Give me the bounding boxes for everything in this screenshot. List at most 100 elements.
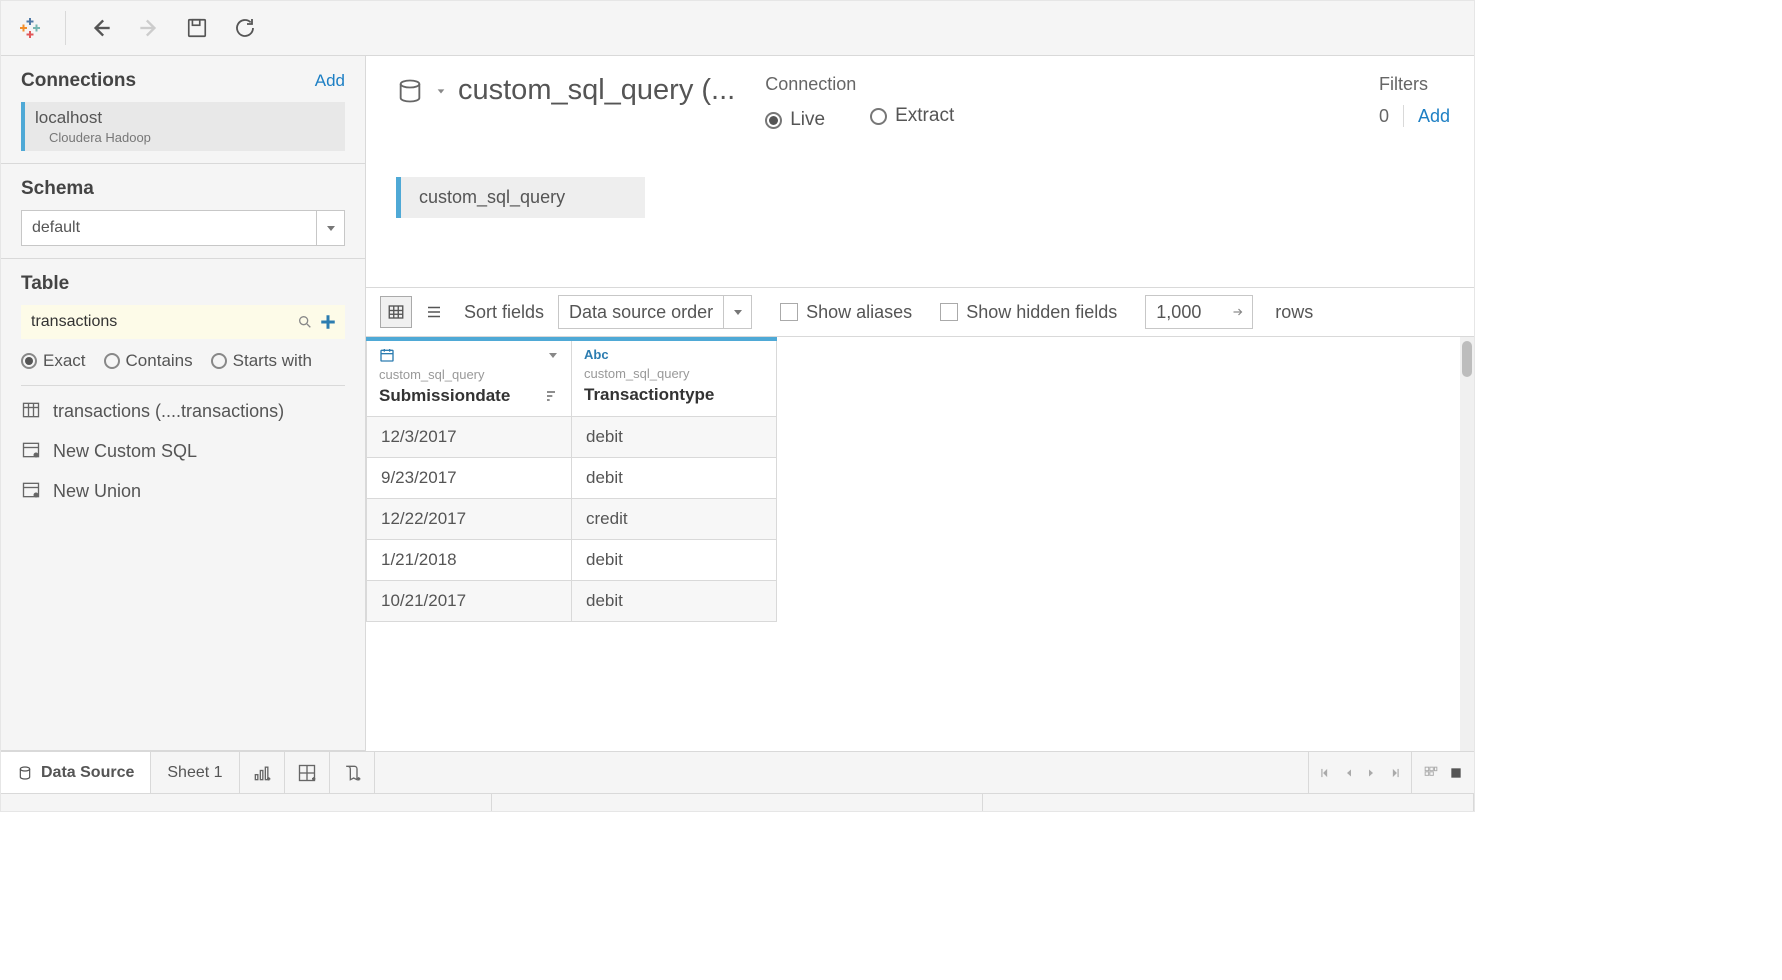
filters-block: Filters 0 Add <box>1379 74 1450 127</box>
custom-sql-icon <box>21 440 43 462</box>
datasource-title[interactable]: custom_sql_query (... <box>396 74 735 107</box>
data-grid-area: custom_sql_query Submissiondate <box>366 337 1474 751</box>
save-button[interactable] <box>182 13 212 43</box>
scrollbar-thumb[interactable] <box>1462 341 1472 377</box>
view-buttons <box>1411 752 1474 793</box>
column-source: custom_sql_query <box>584 366 764 381</box>
table-search[interactable] <box>21 305 345 339</box>
last-sheet-icon[interactable] <box>1387 766 1401 780</box>
table-row[interactable]: 12/3/2017debit <box>367 417 777 458</box>
rows-value: 1,000 <box>1156 302 1201 323</box>
datasource-name: custom_sql_query (... <box>458 74 735 107</box>
connection-mode-block: Connection Live Extract <box>765 74 994 131</box>
schema-label: Schema <box>21 178 94 200</box>
next-sheet-icon[interactable] <box>1365 767 1377 779</box>
table-list: transactions (....transactions) New Cust… <box>21 386 345 502</box>
view-mode-toggle <box>380 296 450 328</box>
cell: 10/21/2017 <box>367 581 572 622</box>
match-contains[interactable]: Contains <box>104 351 193 371</box>
new-worksheet-button[interactable] <box>240 752 285 793</box>
schema-select[interactable]: default <box>21 210 345 246</box>
sort-fields-select[interactable]: Data source order <box>558 295 752 329</box>
match-exact[interactable]: Exact <box>21 351 86 371</box>
cell: debit <box>572 417 777 458</box>
filters-add-link[interactable]: Add <box>1418 106 1450 127</box>
table-row[interactable]: 9/23/2017debit <box>367 458 777 499</box>
cell: credit <box>572 499 777 540</box>
first-sheet-icon[interactable] <box>1319 766 1333 780</box>
connection-name: localhost <box>35 108 335 128</box>
metadata-view-button[interactable] <box>418 296 450 328</box>
refresh-button[interactable] <box>230 13 260 43</box>
join-canvas[interactable]: custom_sql_query <box>366 137 1474 287</box>
new-custom-sql[interactable]: New Custom SQL <box>21 440 345 462</box>
table-item[interactable]: transactions (....transactions) <box>21 400 345 422</box>
connections-label: Connections <box>21 70 136 92</box>
back-button[interactable] <box>86 13 116 43</box>
grid-toolbar: Sort fields Data source order Show alias… <box>366 287 1474 337</box>
union-icon <box>21 480 43 502</box>
top-toolbar <box>1 1 1474 56</box>
connection-extract[interactable]: Extract <box>870 105 954 127</box>
prev-sheet-icon[interactable] <box>1343 767 1355 779</box>
column-source: custom_sql_query <box>379 367 559 382</box>
header: custom_sql_query (... Connection Live Ex… <box>366 56 1474 137</box>
chevron-down-icon <box>436 86 446 96</box>
new-dashboard-button[interactable] <box>285 752 330 793</box>
tab-sheet-1[interactable]: Sheet 1 <box>151 752 239 793</box>
custom-sql-label: New Custom SQL <box>53 441 197 462</box>
filters-count: 0 <box>1379 106 1389 127</box>
tab-label: Data Source <box>41 764 134 782</box>
new-union[interactable]: New Union <box>21 480 345 502</box>
table-row[interactable]: 1/21/2018debit <box>367 540 777 581</box>
filters-label: Filters <box>1379 74 1450 95</box>
table-row[interactable]: 12/22/2017credit <box>367 499 777 540</box>
cell: 1/21/2018 <box>367 540 572 581</box>
date-type-icon <box>379 347 395 363</box>
vertical-scrollbar[interactable] <box>1460 337 1474 751</box>
bottom-tabs: Data Source Sheet 1 <box>1 751 1474 793</box>
cell: 12/3/2017 <box>367 417 572 458</box>
column-name: Submissiondate <box>379 386 510 406</box>
rows-label: rows <box>1275 302 1313 323</box>
table-section: Table Exact Contains Starts with <box>1 259 365 751</box>
add-connection-link[interactable]: Add <box>315 71 345 91</box>
schema-value: default <box>22 219 316 237</box>
table-icon <box>21 400 43 422</box>
main: custom_sql_query (... Connection Live Ex… <box>366 56 1474 751</box>
connection-driver: Cloudera Hadoop <box>49 130 335 145</box>
table-row[interactable]: 10/21/2017debit <box>367 581 777 622</box>
search-icon <box>297 314 313 330</box>
sort-icon[interactable] <box>543 388 559 404</box>
connection-live[interactable]: Live <box>765 109 825 131</box>
show-hidden-checkbox[interactable]: Show hidden fields <box>940 302 1117 323</box>
sort-fields-value: Data source order <box>559 302 723 323</box>
table-search-input[interactable] <box>29 312 297 332</box>
canvas-table-pill[interactable]: custom_sql_query <box>396 177 645 218</box>
column-header[interactable]: custom_sql_query Submissiondate <box>367 339 572 417</box>
tab-label: Sheet 1 <box>167 764 222 782</box>
add-table-icon[interactable] <box>319 313 337 331</box>
match-starts-with[interactable]: Starts with <box>211 351 312 371</box>
show-tabs-icon[interactable] <box>1422 766 1440 780</box>
cell: 12/22/2017 <box>367 499 572 540</box>
status-bar <box>1 793 1474 811</box>
chevron-down-icon[interactable] <box>547 349 559 361</box>
show-aliases-checkbox[interactable]: Show aliases <box>780 302 912 323</box>
grid-view-button[interactable] <box>380 296 412 328</box>
data-source-icon <box>17 765 33 781</box>
sidebar: Connections Add localhost Cloudera Hadoo… <box>1 56 366 751</box>
cell: 9/23/2017 <box>367 458 572 499</box>
data-grid: custom_sql_query Submissiondate <box>366 337 777 751</box>
column-header[interactable]: Abc custom_sql_query Transactiontype <box>572 339 777 417</box>
column-name: Transactiontype <box>584 385 714 405</box>
table-label: Table <box>21 273 69 295</box>
tab-data-source[interactable]: Data Source <box>1 752 151 793</box>
new-story-button[interactable] <box>330 752 375 793</box>
rows-input[interactable]: 1,000 <box>1145 295 1253 329</box>
show-filmstrip-icon[interactable] <box>1448 766 1464 780</box>
database-icon <box>396 77 424 105</box>
chevron-down-icon <box>723 296 751 328</box>
connection-item[interactable]: localhost Cloudera Hadoop <box>21 102 345 151</box>
forward-button[interactable] <box>134 13 164 43</box>
